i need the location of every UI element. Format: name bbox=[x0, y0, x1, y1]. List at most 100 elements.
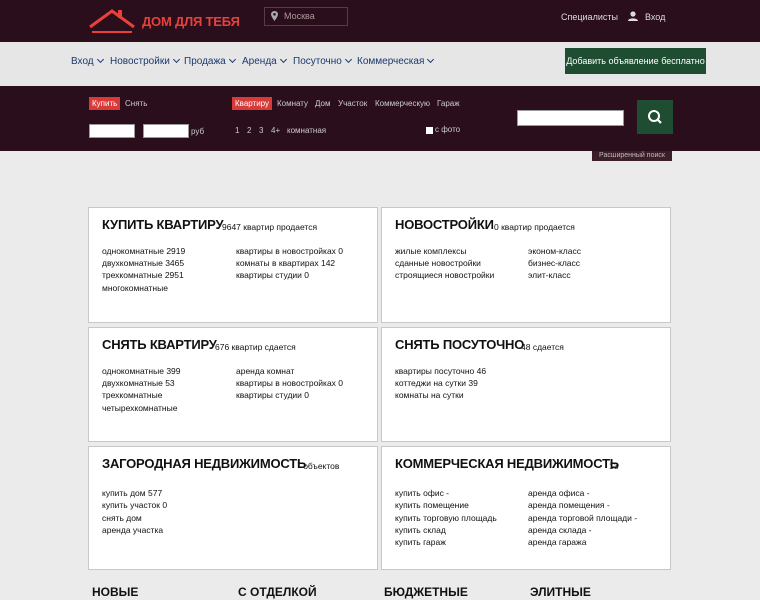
card-link[interactable]: аренда офиса - bbox=[528, 487, 590, 499]
nav-item-login[interactable]: Вход bbox=[71, 55, 104, 67]
card-link[interactable]: аренда склада - bbox=[528, 524, 592, 536]
card-link[interactable]: двухкомнатные 3465 bbox=[102, 257, 184, 269]
nav-item-rent[interactable]: Аренда bbox=[242, 55, 287, 67]
advanced-search-link[interactable]: Расширенный поиск bbox=[592, 151, 672, 161]
nav-item-sale[interactable]: Продажа bbox=[184, 55, 236, 67]
card-link[interactable]: однокомнатные 399 bbox=[102, 365, 181, 377]
tab-room[interactable]: Комнату bbox=[277, 97, 308, 110]
card-buy-apartment: КУПИТЬ КВАРТИРУ 9647 квартир продается о… bbox=[88, 207, 378, 323]
card-title[interactable]: СНЯТЬ ПОСУТОЧНО bbox=[395, 337, 524, 352]
currency-label: руб bbox=[191, 127, 205, 136]
card-link[interactable]: квартиры посуточно 46 bbox=[395, 365, 486, 377]
specialists-link[interactable]: Специалисты bbox=[561, 12, 618, 22]
chevron-down-icon bbox=[344, 55, 352, 64]
chevron-down-icon bbox=[96, 55, 104, 64]
card-title[interactable]: СНЯТЬ КВАРТИРУ bbox=[102, 337, 217, 352]
tab-house[interactable]: Дом bbox=[315, 97, 330, 110]
card-link[interactable]: аренда торговой площади - bbox=[528, 512, 637, 524]
chevron-down-icon bbox=[172, 55, 180, 64]
card-count: 676 квартир сдается bbox=[215, 342, 296, 352]
card-link[interactable]: аренда гаража bbox=[528, 536, 586, 548]
card-link[interactable]: квартиры в новостройках 0 bbox=[236, 245, 343, 257]
section-title-finished[interactable]: С ОТДЕЛКОЙ bbox=[238, 585, 317, 599]
add-listing-button[interactable]: Добавить объявление бесплатно bbox=[565, 48, 706, 74]
card-link[interactable]: аренда участка bbox=[102, 524, 163, 536]
card-new-buildings: НОВОСТРОЙКИ 0 квартир продается жилые ко… bbox=[381, 207, 671, 323]
room-option-4plus[interactable]: 4+ bbox=[271, 126, 280, 135]
room-option-1[interactable]: 1 bbox=[235, 126, 239, 135]
search-icon bbox=[648, 110, 662, 124]
nav-item-label: Вход bbox=[71, 56, 94, 67]
card-link[interactable]: трехкомнатные bbox=[102, 389, 162, 401]
card-link[interactable]: трехкомнатные 2951 bbox=[102, 269, 184, 281]
room-suffix-label: комнатная bbox=[287, 126, 327, 135]
card-suburban: ЗАГОРОДНАЯ НЕДВИЖИМОСТЬ - объектов купит… bbox=[88, 446, 378, 570]
card-rent-apartment: СНЯТЬ КВАРТИРУ 676 квартир сдается однок… bbox=[88, 327, 378, 442]
tab-apartment[interactable]: Квартиру bbox=[232, 97, 273, 110]
card-commercial: КОММЕРЧЕСКАЯ НЕДВИЖИМОСТЬ 13 купить офис… bbox=[381, 446, 671, 570]
user-icon bbox=[628, 11, 638, 21]
search-input[interactable] bbox=[517, 110, 624, 126]
tab-commercial[interactable]: Коммерческую bbox=[375, 97, 430, 110]
card-link[interactable]: купить торговую площадь bbox=[395, 512, 497, 524]
tab-garage[interactable]: Гараж bbox=[437, 97, 460, 110]
section-title-budget[interactable]: БЮДЖЕТНЫЕ bbox=[384, 585, 468, 599]
card-daily-rent: СНЯТЬ ПОСУТОЧНО 48 сдается квартиры посу… bbox=[381, 327, 671, 442]
card-count: 13 bbox=[609, 461, 619, 471]
card-link[interactable]: квартиры студии 0 bbox=[236, 269, 309, 281]
card-link[interactable]: комнаты в квартирах 142 bbox=[236, 257, 335, 269]
card-link[interactable]: элит-класс bbox=[528, 269, 571, 281]
card-title[interactable]: КОММЕРЧЕСКАЯ НЕДВИЖИМОСТЬ bbox=[395, 456, 619, 471]
price-from-input[interactable] bbox=[89, 124, 135, 138]
card-link[interactable]: жилые комплексы bbox=[395, 245, 466, 257]
card-link[interactable]: купить склад bbox=[395, 524, 446, 536]
card-count: - объектов bbox=[298, 461, 340, 471]
room-option-2[interactable]: 2 bbox=[247, 126, 251, 135]
card-link[interactable]: квартиры студии 0 bbox=[236, 389, 309, 401]
card-link[interactable]: эконом-класс bbox=[528, 245, 581, 257]
card-link[interactable]: комнаты на сутки bbox=[395, 389, 464, 401]
card-link[interactable]: купить гараж bbox=[395, 536, 446, 548]
nav-item-new-buildings[interactable]: Новостройки bbox=[110, 55, 180, 67]
card-link[interactable]: бизнес-класс bbox=[528, 257, 580, 269]
chevron-down-icon bbox=[427, 55, 435, 64]
card-link[interactable]: аренда помещения - bbox=[528, 499, 610, 511]
card-title[interactable]: КУПИТЬ КВАРТИРУ bbox=[102, 217, 224, 232]
card-link[interactable]: купить помещение bbox=[395, 499, 469, 511]
card-link[interactable]: строящиеся новостройки bbox=[395, 269, 494, 281]
search-button[interactable] bbox=[637, 100, 673, 134]
tab-buy[interactable]: Купить bbox=[89, 97, 121, 110]
section-title-elite[interactable]: ЭЛИТНЫЕ bbox=[530, 585, 591, 599]
tab-plot[interactable]: Участок bbox=[338, 97, 367, 110]
card-link[interactable]: купить дом 577 bbox=[102, 487, 162, 499]
card-title[interactable]: НОВОСТРОЙКИ bbox=[395, 217, 494, 232]
card-link[interactable]: квартиры в новостройках 0 bbox=[236, 377, 343, 389]
nav-item-label: Посуточно bbox=[293, 56, 342, 67]
photo-checkbox[interactable] bbox=[426, 127, 433, 134]
tab-rent[interactable]: Снять bbox=[125, 97, 147, 110]
card-link[interactable]: купить офис - bbox=[395, 487, 449, 499]
card-count: 48 сдается bbox=[521, 342, 564, 352]
card-link[interactable]: купить участок 0 bbox=[102, 499, 167, 511]
card-title[interactable]: ЗАГОРОДНАЯ НЕДВИЖИМОСТЬ bbox=[102, 456, 306, 471]
card-link[interactable]: сданные новостройки bbox=[395, 257, 481, 269]
logo[interactable]: ДОМ ДЛЯ ТЕБЯ bbox=[88, 5, 248, 35]
card-link[interactable]: двухкомнатные 53 bbox=[102, 377, 175, 389]
card-link[interactable]: четырехкомнатные bbox=[102, 402, 177, 414]
nav-item-label: Новостройки bbox=[110, 56, 170, 67]
card-count: 9647 квартир продается bbox=[222, 222, 318, 232]
section-title-new[interactable]: НОВЫЕ bbox=[92, 585, 138, 599]
location-pin-icon bbox=[271, 11, 278, 21]
card-link[interactable]: однокомнатные 2919 bbox=[102, 245, 185, 257]
card-link[interactable]: коттеджи на сутки 39 bbox=[395, 377, 478, 389]
login-link[interactable]: Вход bbox=[645, 12, 665, 22]
nav-item-label: Коммерческая bbox=[357, 56, 425, 67]
price-to-input[interactable] bbox=[143, 124, 189, 138]
logo-text: ДОМ ДЛЯ ТЕБЯ bbox=[142, 14, 240, 29]
nav-item-commercial[interactable]: Коммерческая bbox=[357, 55, 435, 67]
card-link[interactable]: аренда комнат bbox=[236, 365, 294, 377]
nav-item-daily[interactable]: Посуточно bbox=[293, 55, 352, 67]
card-link[interactable]: многокомнатные bbox=[102, 282, 168, 294]
room-option-3[interactable]: 3 bbox=[259, 126, 263, 135]
card-link[interactable]: снять дом bbox=[102, 512, 142, 524]
